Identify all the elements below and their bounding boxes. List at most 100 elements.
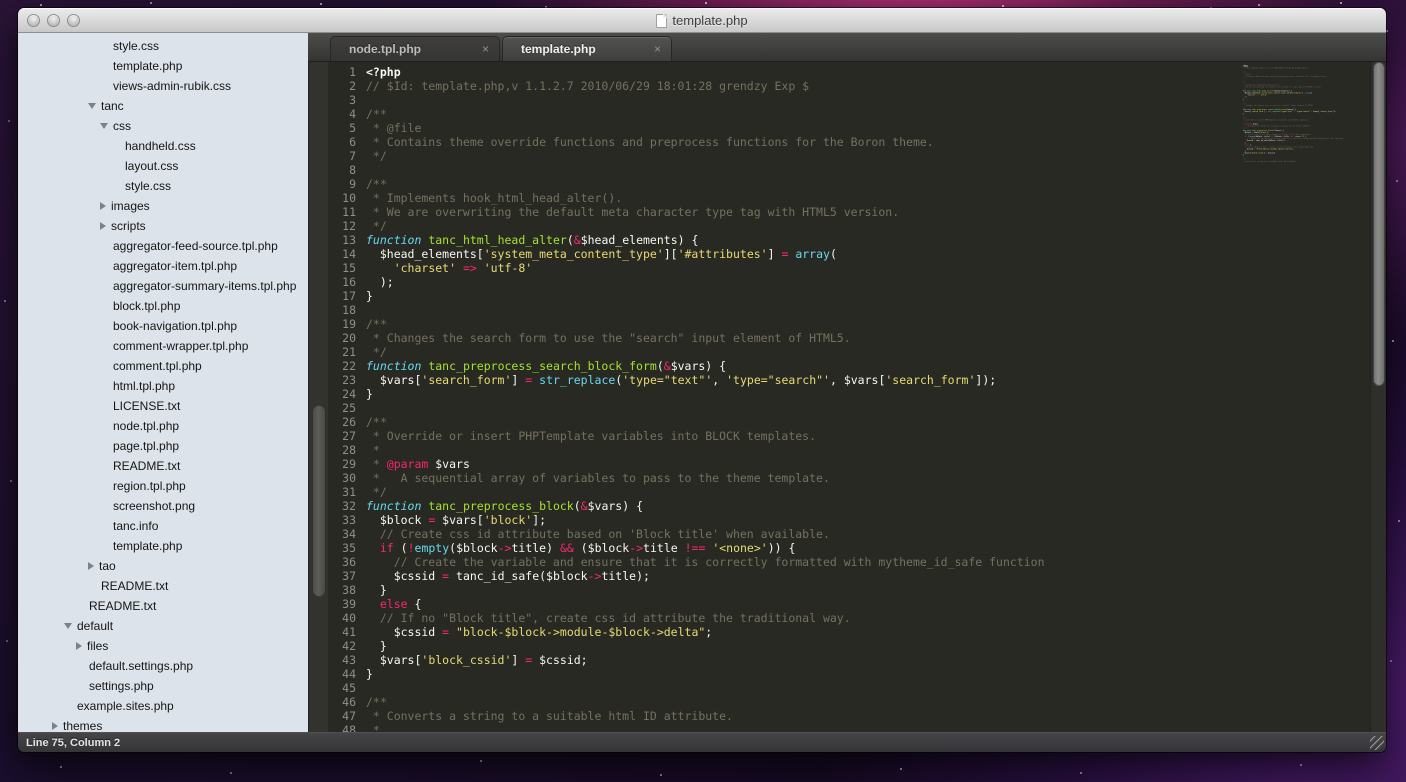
- code-editor[interactable]: 1<?php2// $Id: template.php,v 1.1.2.7 20…: [328, 62, 1370, 732]
- code-line[interactable]: 40 // If no "Block title", create css id…: [328, 611, 1370, 625]
- tab-close-icon[interactable]: ×: [482, 43, 489, 55]
- file-item-default-settings-php[interactable]: default.settings.php: [18, 656, 308, 676]
- code-line[interactable]: 21 */: [328, 345, 1370, 359]
- file-item-layout-css[interactable]: layout.css: [18, 156, 308, 176]
- code-line[interactable]: 31 */: [328, 485, 1370, 499]
- file-item-block-tpl-php[interactable]: block.tpl.php: [18, 296, 308, 316]
- code-line[interactable]: 23 $vars['search_form'] = str_replace('t…: [328, 373, 1370, 387]
- folder-item-default[interactable]: default: [18, 616, 308, 636]
- code-line[interactable]: 34 // Create css id attribute based on '…: [328, 527, 1370, 541]
- code-line[interactable]: 6 * Contains theme override functions an…: [328, 135, 1370, 149]
- code-line[interactable]: 32function tanc_preprocess_block(&$vars)…: [328, 499, 1370, 513]
- code-line[interactable]: 37 $cssid = tanc_id_safe($block->title);: [328, 569, 1370, 583]
- file-item-node-tpl-php[interactable]: node.tpl.php: [18, 416, 308, 436]
- triangle-right-icon[interactable]: [88, 562, 94, 570]
- folder-item-files[interactable]: files: [18, 636, 308, 656]
- editor-scrollbar-track[interactable]: [1370, 62, 1386, 732]
- folder-item-scripts[interactable]: scripts: [18, 216, 308, 236]
- code-line[interactable]: 16 );: [328, 275, 1370, 289]
- file-item-screenshot-png[interactable]: screenshot.png: [18, 496, 308, 516]
- code-line[interactable]: 33 $block = $vars['block'];: [328, 513, 1370, 527]
- code-line[interactable]: 25: [328, 401, 1370, 415]
- file-item-book-navigation-tpl-php[interactable]: book-navigation.tpl.php: [18, 316, 308, 336]
- file-item-style-css[interactable]: style.css: [18, 176, 308, 196]
- code-line[interactable]: 27 * Override or insert PHPTemplate vari…: [328, 429, 1370, 443]
- code-line[interactable]: 44}: [328, 667, 1370, 681]
- code-line[interactable]: 19/**: [328, 317, 1370, 331]
- triangle-down-icon[interactable]: [100, 123, 108, 129]
- file-item-example-sites-php[interactable]: example.sites.php: [18, 696, 308, 716]
- file-item-license-txt[interactable]: LICENSE.txt: [18, 396, 308, 416]
- code-line[interactable]: 38 }: [328, 583, 1370, 597]
- code-line[interactable]: 18: [328, 303, 1370, 317]
- file-tree-sidebar[interactable]: style.csstemplate.phpviews-admin-rubik.c…: [18, 33, 308, 732]
- file-item-template-php[interactable]: template.php: [18, 536, 308, 556]
- code-line[interactable]: 35 if (!empty($block->title) && ($block-…: [328, 541, 1370, 555]
- code-line[interactable]: 20 * Changes the search form to use the …: [328, 331, 1370, 345]
- code-line[interactable]: 1<?php: [328, 65, 1370, 79]
- code-line[interactable]: 13function tanc_html_head_alter(&$head_e…: [328, 233, 1370, 247]
- triangle-right-icon[interactable]: [100, 222, 106, 230]
- code-line[interactable]: 7 */: [328, 149, 1370, 163]
- folder-item-tao[interactable]: tao: [18, 556, 308, 576]
- folder-item-css[interactable]: css: [18, 116, 308, 136]
- sidebar-scrollbar-thumb[interactable]: [312, 405, 326, 597]
- file-item-region-tpl-php[interactable]: region.tpl.php: [18, 476, 308, 496]
- code-line[interactable]: 10 * Implements hook_html_head_alter().: [328, 191, 1370, 205]
- code-line[interactable]: 36 // Create the variable and ensure tha…: [328, 555, 1370, 569]
- file-item-handheld-css[interactable]: handheld.css: [18, 136, 308, 156]
- sidebar-scrollbar-track[interactable]: [308, 62, 328, 732]
- code-line[interactable]: 15 'charset' => 'utf-8': [328, 261, 1370, 275]
- file-item-readme-txt[interactable]: README.txt: [18, 456, 308, 476]
- code-line[interactable]: 39 else {: [328, 597, 1370, 611]
- code-line[interactable]: 3: [328, 93, 1370, 107]
- minimap[interactable]: <?php// $Id: template.php,v 1.1.2.7 2010…: [1242, 65, 1370, 235]
- triangle-right-icon[interactable]: [100, 202, 106, 210]
- code-line[interactable]: 17}: [328, 289, 1370, 303]
- file-item-comment-wrapper-tpl-php[interactable]: comment-wrapper.tpl.php: [18, 336, 308, 356]
- folder-item-themes[interactable]: themes: [18, 716, 308, 732]
- code-line[interactable]: 43 $vars['block_cssid'] = $cssid;: [328, 653, 1370, 667]
- code-line[interactable]: 42 }: [328, 639, 1370, 653]
- code-line[interactable]: 5 * @file: [328, 121, 1370, 135]
- folder-item-tanc[interactable]: tanc: [18, 96, 308, 116]
- file-item-readme-txt[interactable]: README.txt: [18, 596, 308, 616]
- file-item-settings-php[interactable]: settings.php: [18, 676, 308, 696]
- triangle-down-icon[interactable]: [88, 103, 96, 109]
- triangle-right-icon[interactable]: [76, 642, 82, 650]
- tab-close-icon[interactable]: ×: [654, 43, 661, 55]
- code-line[interactable]: 26/**: [328, 415, 1370, 429]
- title-bar[interactable]: template.php: [18, 8, 1386, 33]
- file-item-aggregator-item-tpl-php[interactable]: aggregator-item.tpl.php: [18, 256, 308, 276]
- code-line[interactable]: 28 *: [328, 443, 1370, 457]
- code-line[interactable]: 41 $cssid = "block-$block->module-$block…: [328, 625, 1370, 639]
- code-line[interactable]: 8: [328, 163, 1370, 177]
- code-line[interactable]: 9/**: [328, 177, 1370, 191]
- folder-item-images[interactable]: images: [18, 196, 308, 216]
- code-line[interactable]: 47 * Converts a string to a suitable htm…: [328, 709, 1370, 723]
- code-line[interactable]: 30 * A sequential array of variables to …: [328, 471, 1370, 485]
- code-line[interactable]: 12 */: [328, 219, 1370, 233]
- tab-template-php[interactable]: template.php×: [502, 36, 672, 61]
- triangle-right-icon[interactable]: [52, 722, 58, 730]
- file-item-page-tpl-php[interactable]: page.tpl.php: [18, 436, 308, 456]
- code-line[interactable]: 11 * We are overwriting the default meta…: [328, 205, 1370, 219]
- file-item-html-tpl-php[interactable]: html.tpl.php: [18, 376, 308, 396]
- resize-grip-icon[interactable]: [1370, 736, 1384, 750]
- code-line[interactable]: 24}: [328, 387, 1370, 401]
- file-item-tanc-info[interactable]: tanc.info: [18, 516, 308, 536]
- file-item-style-css[interactable]: style.css: [18, 36, 308, 56]
- file-item-template-php[interactable]: template.php: [18, 56, 308, 76]
- file-item-aggregator-feed-source-tpl-php[interactable]: aggregator-feed-source.tpl.php: [18, 236, 308, 256]
- file-item-comment-tpl-php[interactable]: comment.tpl.php: [18, 356, 308, 376]
- editor-scrollbar-thumb[interactable]: [1373, 62, 1385, 386]
- code-line[interactable]: 45: [328, 681, 1370, 695]
- triangle-down-icon[interactable]: [64, 623, 72, 629]
- code-line[interactable]: 46/**: [328, 695, 1370, 709]
- file-item-views-admin-rubik-css[interactable]: views-admin-rubik.css: [18, 76, 308, 96]
- code-line[interactable]: 29 * @param $vars: [328, 457, 1370, 471]
- code-line[interactable]: 2// $Id: template.php,v 1.1.2.7 2010/06/…: [328, 79, 1370, 93]
- file-item-readme-txt[interactable]: README.txt: [18, 576, 308, 596]
- code-line[interactable]: 4/**: [328, 107, 1370, 121]
- file-item-aggregator-summary-items-tpl-php[interactable]: aggregator-summary-items.tpl.php: [18, 276, 308, 296]
